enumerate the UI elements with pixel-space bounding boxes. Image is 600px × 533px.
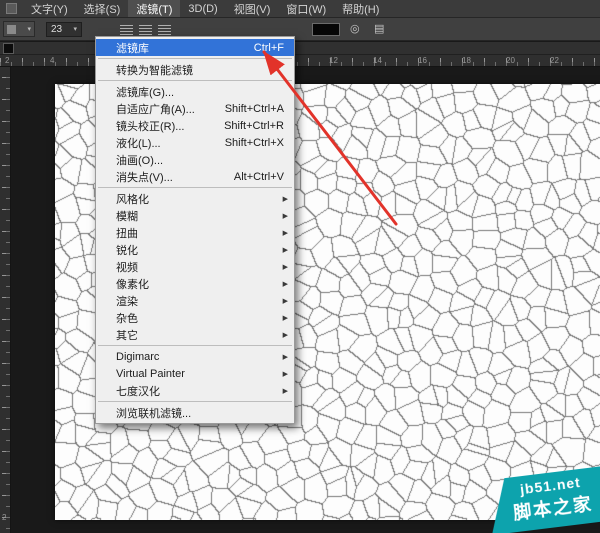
menubar-item-type[interactable]: 文字(Y) [23,0,76,17]
menu-item-sharpen[interactable]: 锐化 ▶ [96,241,294,258]
menu-item-digimarc[interactable]: Digimarc ▶ [96,348,294,365]
menu-item-video[interactable]: 视频 ▶ [96,258,294,275]
menu-item-oil-paint[interactable]: 油画(O)... [96,151,294,168]
menu-bar: 文字(Y) 选择(S) 滤镜(T) 3D(D) 视图(V) 窗口(W) 帮助(H… [0,0,600,18]
color-swatch-black[interactable] [312,23,340,36]
vertical-ruler[interactable]: 2 [0,55,11,533]
menu-separator [98,58,292,59]
tool-icon [7,25,16,34]
submenu-arrow-icon: ▶ [283,263,288,271]
horizontal-ruler[interactable]: 2 4 12 14 16 18 20 22 [0,55,600,67]
size-value: 23 [51,24,62,35]
menubar-item-filter[interactable]: 滤镜(T) [128,0,180,17]
submenu-arrow-icon: ▶ [283,195,288,203]
menu-separator [98,345,292,346]
menu-item-lens-correction[interactable]: 镜头校正(R)... Shift+Ctrl+R [96,117,294,134]
ruler-number: 4 [50,56,54,65]
ruler-number: 20 [506,56,515,65]
menubar-item-view[interactable]: 视图(V) [226,0,279,17]
align-right-icon[interactable] [158,25,171,35]
menu-item-distort[interactable]: 扭曲 ▶ [96,224,294,241]
tool-preset-button[interactable]: ▾ [3,21,35,37]
submenu-arrow-icon: ▶ [283,353,288,361]
menu-item-filter-gallery-repeat[interactable]: 滤镜库 Ctrl+F [96,39,294,56]
menu-item-pixelate[interactable]: 像素化 ▶ [96,275,294,292]
ruler-number: 12 [329,56,338,65]
menu-item-liquify[interactable]: 液化(L)... Shift+Ctrl+X [96,134,294,151]
menu-separator [98,401,292,402]
size-field[interactable]: 23 ▾ [46,22,82,37]
menu-item-render[interactable]: 渲染 ▶ [96,292,294,309]
caret-down-icon: ▾ [27,26,31,33]
ruler-number: 2 [2,513,6,522]
submenu-arrow-icon: ▶ [283,229,288,237]
panel-toggle-icon[interactable]: ▤ [374,22,384,35]
caret-down-icon: ▾ [73,26,77,33]
menu-separator [98,187,292,188]
options-bar: ▾ 23 ▾ ◎ ▤ [0,18,600,41]
ruler-number: 2 [5,56,9,65]
menubar-item-3d[interactable]: 3D(D) [180,0,225,17]
menu-item-convert-smart-filters[interactable]: 转换为智能滤镜 [96,61,294,78]
menu-item-noise[interactable]: 杂色 ▶ [96,309,294,326]
warp-text-icon[interactable]: ◎ [350,22,360,35]
submenu-arrow-icon: ▶ [283,297,288,305]
menu-item-stylize[interactable]: 风格化 ▶ [96,190,294,207]
filter-menu-dropdown: 滤镜库 Ctrl+F 转换为智能滤镜 滤镜库(G)... 自适应广角(A)...… [95,36,295,424]
ruler-number: 22 [550,56,559,65]
submenu-arrow-icon: ▶ [283,370,288,378]
align-left-icon[interactable] [120,25,133,35]
ruler-number: 16 [418,56,427,65]
menu-item-other[interactable]: 其它 ▶ [96,326,294,343]
menu-item-adaptive-wide-angle[interactable]: 自适应广角(A)... Shift+Ctrl+A [96,100,294,117]
menu-item-blur[interactable]: 模糊 ▶ [96,207,294,224]
ruler-number: 14 [373,56,382,65]
menu-item-filter-gallery[interactable]: 滤镜库(G)... [96,83,294,100]
menubar-item-select[interactable]: 选择(S) [76,0,129,17]
menu-item-vanishing-point[interactable]: 消失点(V)... Alt+Ctrl+V [96,168,294,185]
menubar-item-window[interactable]: 窗口(W) [278,0,334,17]
menu-separator [98,80,292,81]
tool-row [0,42,600,55]
submenu-arrow-icon: ▶ [283,387,288,395]
tool-square-icon[interactable] [3,43,14,54]
submenu-arrow-icon: ▶ [283,314,288,322]
menu-item-virtual-painter[interactable]: Virtual Painter ▶ [96,365,294,382]
submenu-arrow-icon: ▶ [283,280,288,288]
submenu-arrow-icon: ▶ [283,246,288,254]
menu-item-browse-filters-online[interactable]: 浏览联机滤镜... [96,404,294,421]
align-center-icon[interactable] [139,25,152,35]
menu-item-qidu-localization[interactable]: 七度汉化 ▶ [96,382,294,399]
ruler-number: 18 [462,56,471,65]
submenu-arrow-icon: ▶ [283,331,288,339]
app-icon [6,3,17,14]
submenu-arrow-icon: ▶ [283,212,288,220]
menubar-item-help[interactable]: 帮助(H) [334,0,387,17]
